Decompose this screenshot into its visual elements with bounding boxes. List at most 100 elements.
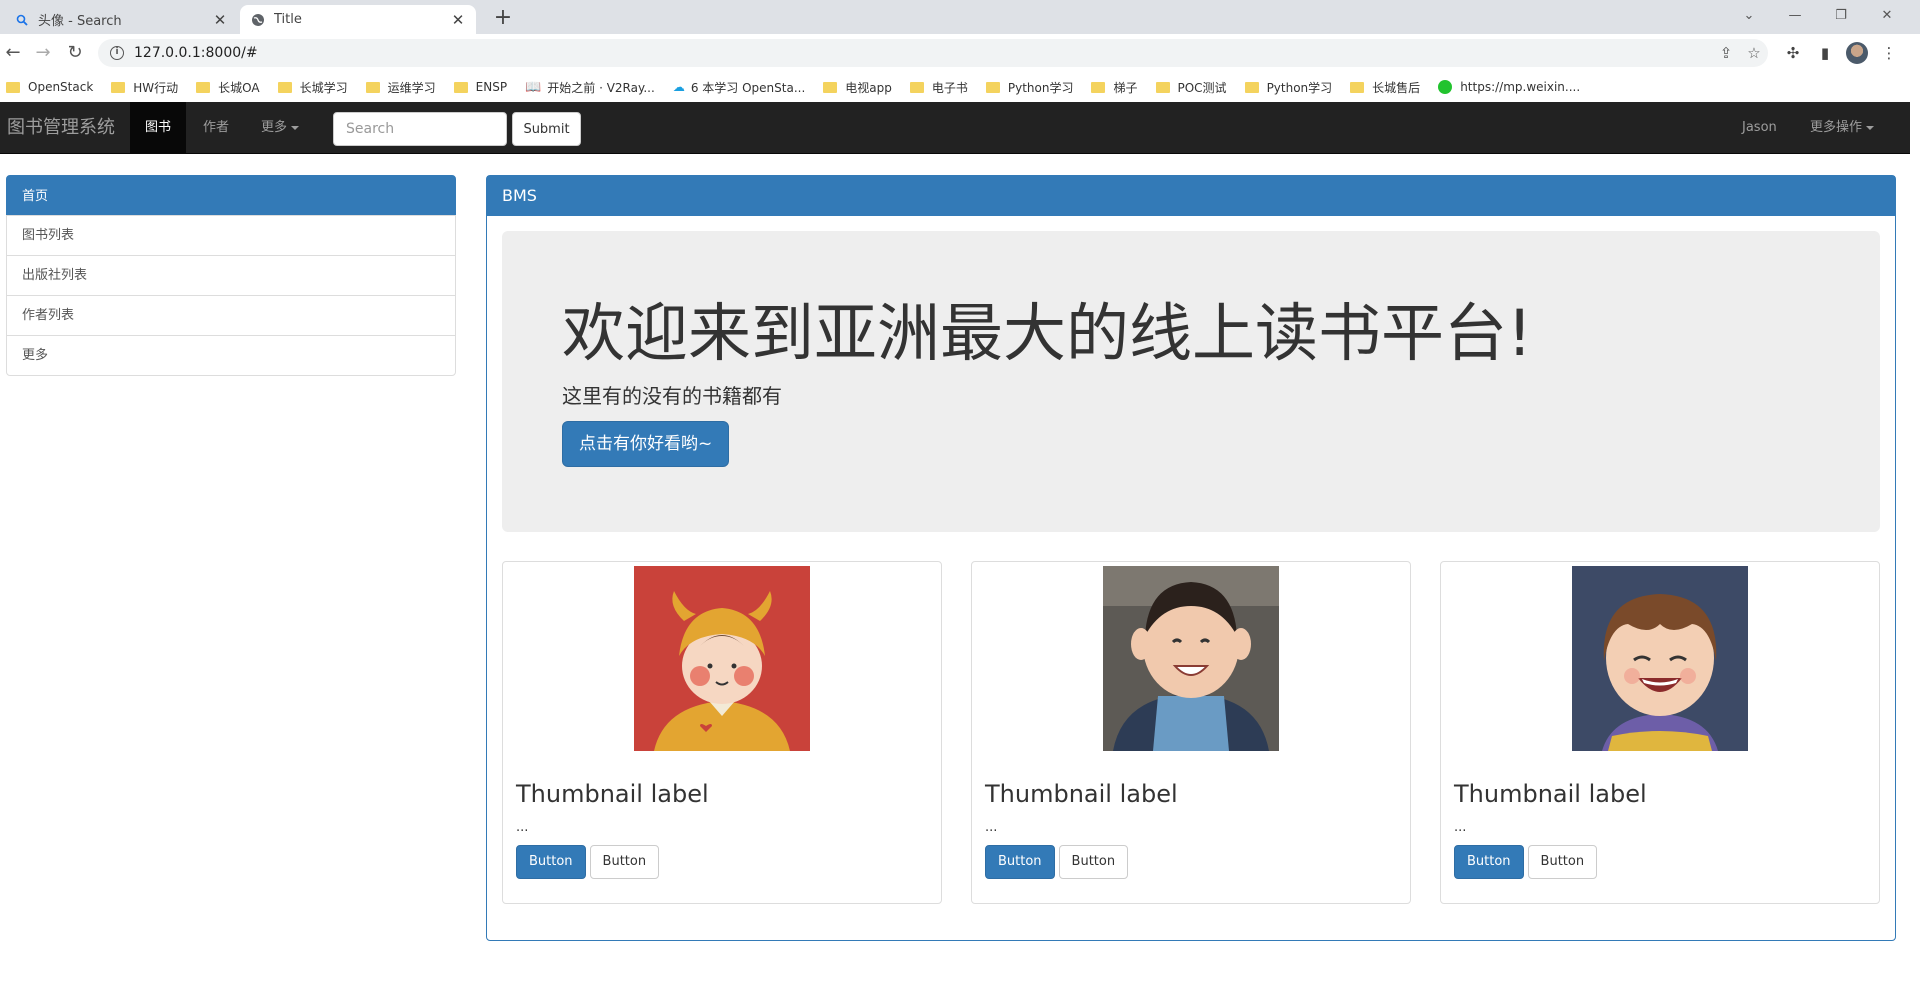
bookmark-item[interactable]: Python学习 [985,79,1074,96]
minimize-button[interactable]: — [1772,0,1818,30]
back-icon[interactable]: ← [0,41,26,65]
globe-icon [250,12,266,28]
bookmark-item[interactable]: 长城售后 [1350,79,1420,96]
nav-item-authors[interactable]: 作者 [188,102,244,154]
cloud-icon: ☁ [672,80,685,94]
default-button[interactable]: Button [1527,845,1598,879]
browser-tab-search[interactable]: 头像 - Search ✕ [4,5,238,34]
profile-avatar[interactable] [1846,42,1868,64]
bookmark-label: 长城OA [218,80,260,95]
more-actions-label: 更多操作 [1810,120,1863,135]
submit-button[interactable]: Submit [512,112,581,146]
top-navbar: 图书管理系统 图书 作者 更多 Submit Jason 更多操作 [0,102,1910,154]
search-input[interactable] [333,112,507,146]
main-panel: BMS 欢迎来到亚洲最大的线上读书平台! 这里有的没有的书籍都有 点击有你好看哟… [486,175,1896,941]
more-actions-dropdown[interactable]: 更多操作 [1795,102,1889,154]
bookmark-label: 长城学习 [299,80,348,95]
bookmark-item[interactable]: Python学习 [1244,79,1333,96]
tab-search-icon[interactable]: ⌄ [1726,0,1772,30]
browser-tab-strip: 头像 - Search ✕ Title ✕ + ⌄ — ❐ ✕ [0,0,1920,34]
thumbnail-card: Thumbnail label ... Button Button [1440,561,1880,904]
jumbotron-button[interactable]: 点击有你好看哟~ [562,421,730,468]
book-icon: 📖 [525,79,542,95]
folder-icon [365,81,380,93]
bookmark-label: Python学习 [1266,80,1333,95]
bookmark-item[interactable]: 电视app [823,79,892,96]
jumbotron: 欢迎来到亚洲最大的线上读书平台! 这里有的没有的书籍都有 点击有你好看哟~ [502,231,1880,532]
jumbotron-title: 欢迎来到亚洲最大的线上读书平台! [562,297,1533,370]
cartoon-girl-avatar-image [1572,566,1748,751]
nav-user-link[interactable]: Jason [1727,102,1792,154]
bookmark-item[interactable]: 梯子 [1091,79,1138,96]
close-window-button[interactable]: ✕ [1864,0,1910,30]
nav-item-label: 作者 [203,120,230,135]
url-bar[interactable]: i 127.0.0.1:8000/# ⇪ ☆ [98,39,1768,67]
cartoon-ox-avatar-image [634,566,810,751]
bookmark-label: 电视app [845,80,892,95]
folder-icon [1155,81,1170,93]
sidebar-item-home[interactable]: 首页 [6,175,456,216]
bookmark-item[interactable]: ENSP [453,80,508,94]
thumbnail-text: ... [985,820,998,835]
sidebar-item-author-list[interactable]: 作者列表 [6,295,456,336]
url-text[interactable]: 127.0.0.1:8000/# [134,45,1712,61]
default-button[interactable]: Button [1058,845,1129,879]
bookmark-label: 6 本学习 OpenSta... [690,80,806,95]
close-icon[interactable]: ✕ [450,12,466,28]
menu-icon[interactable]: ⋮ [1878,43,1900,63]
bookmark-label: 电子书 [931,80,968,95]
sidebar-item-more[interactable]: 更多 [6,335,456,376]
nav-item-label: 图书 [145,120,172,135]
nav-item-books[interactable]: 图书 [130,102,187,154]
folder-icon [909,81,924,93]
thumbnail-label: Thumbnail label [516,780,709,808]
thumbnail-card: Thumbnail label ... Button Button [971,561,1411,904]
reload-icon[interactable]: ↻ [62,41,88,65]
bookmark-item[interactable]: ☁ 6 本学习 OpenSta... [673,79,805,96]
close-icon[interactable]: ✕ [212,12,228,28]
thumbnail-text: ... [1454,820,1467,835]
brand-title[interactable]: 图书管理系统 [7,102,115,154]
bookmark-label: ENSP [475,80,508,94]
share-icon[interactable]: ⇪ [1712,44,1740,62]
side-panel-icon[interactable]: ▮ [1814,43,1836,63]
jumbotron-subtitle: 这里有的没有的书籍都有 [562,384,782,409]
sidebar-item-book-list[interactable]: 图书列表 [6,215,456,256]
thumbnail-card: Thumbnail label ... Button Button [502,561,942,904]
extensions-icon[interactable]: ✣ [1782,43,1804,63]
bookmark-item[interactable]: 长城学习 [277,79,348,96]
primary-button[interactable]: Button [985,845,1055,879]
caret-down-icon [291,125,300,130]
sidebar-list-group: 首页 图书列表 出版社列表 作者列表 更多 [6,175,456,376]
folder-icon [6,81,20,93]
bookmark-item[interactable]: 运维学习 [365,79,436,96]
browser-tab-title[interactable]: Title ✕ [240,5,476,34]
thumbnail-label: Thumbnail label [985,780,1178,808]
forward-icon[interactable]: → [30,41,56,65]
restore-button[interactable]: ❐ [1818,0,1864,30]
new-tab-button[interactable]: + [490,6,516,32]
thumbnail-text: ... [516,820,529,835]
bookmark-item[interactable]: OpenStack [6,80,93,94]
sidebar-item-publisher-list[interactable]: 出版社列表 [6,255,456,296]
bookmark-label: OpenStack [28,80,94,94]
default-button[interactable]: Button [589,845,660,879]
user-name: Jason [1742,120,1777,135]
folder-icon [1244,81,1259,93]
info-icon[interactable]: i [110,46,124,60]
primary-button[interactable]: Button [516,845,586,879]
primary-button[interactable]: Button [1454,845,1524,879]
search-icon [14,12,30,28]
bookmark-label: https://mp.weixin.... [1460,80,1581,94]
bookmark-item[interactable]: HW行动 [111,79,178,96]
bookmark-item[interactable]: POC测试 [1155,79,1227,96]
bookmark-item[interactable]: 📖 开始之前 · V2Ray... [525,79,655,96]
nav-item-more-dropdown[interactable]: 更多 [246,102,314,154]
star-icon[interactable]: ☆ [1740,44,1768,62]
bookmark-item[interactable]: 长城OA [196,79,260,96]
bookmark-item[interactable]: 电子书 [909,79,968,96]
folder-icon [111,81,126,93]
bookmark-label: Python学习 [1007,80,1074,95]
bookmark-item[interactable]: https://mp.weixin.... [1438,80,1580,94]
tab-title: Title [274,12,302,27]
